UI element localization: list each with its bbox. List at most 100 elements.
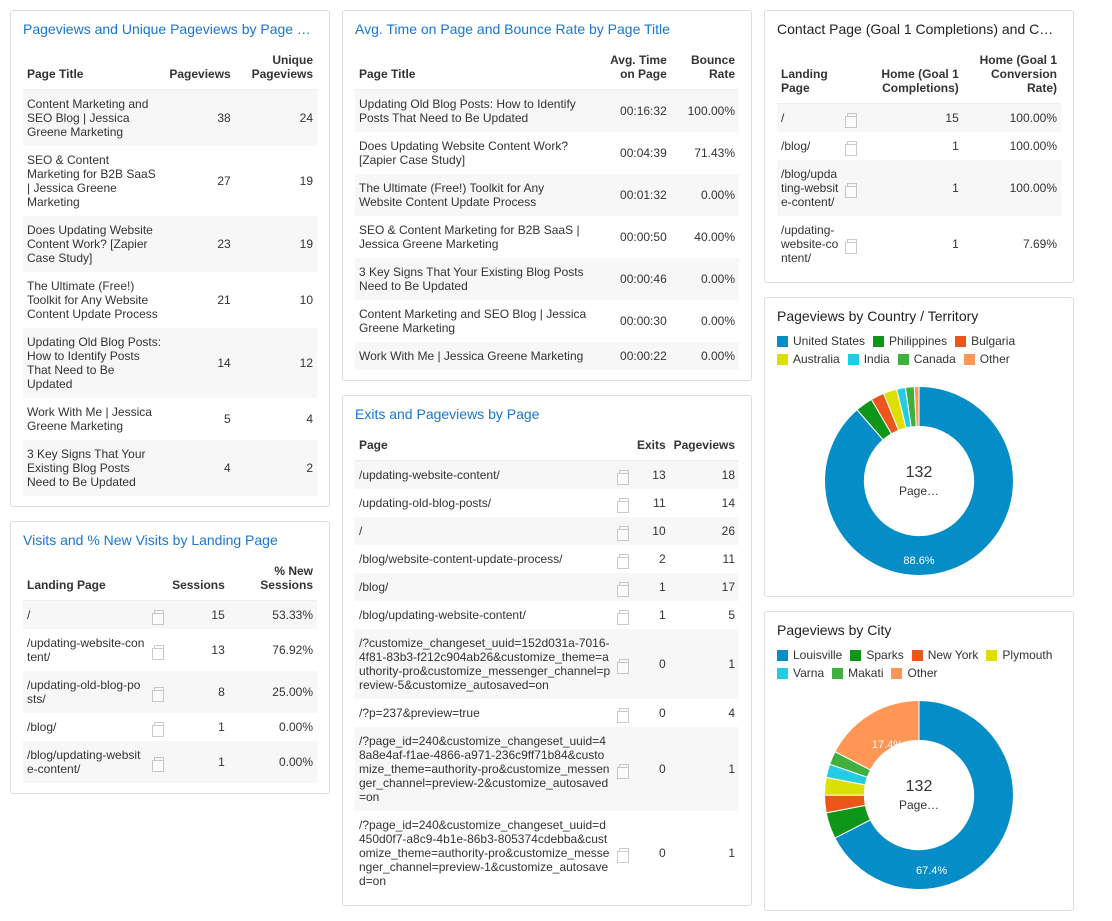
donut-chart-country[interactable]: 132 Page… 88.6%	[814, 376, 1024, 586]
cell-bounce: 71.43%	[671, 132, 739, 174]
table-row[interactable]: The Ultimate (Free!) Toolkit for Any Web…	[23, 272, 317, 328]
table-row[interactable]: /blog/ 1 0.00%	[23, 713, 317, 741]
table-row[interactable]: /blog/updating-website-content/ 1 100.00…	[777, 160, 1061, 216]
col-new-sessions[interactable]: % New Sessions	[229, 558, 317, 601]
legend-item[interactable]: Makati	[832, 666, 883, 680]
table-row[interactable]: Content Marketing and SEO Blog | Jessica…	[23, 90, 317, 147]
col-landing-page[interactable]: Landing Page	[777, 47, 861, 104]
table-row[interactable]: / 15 53.33%	[23, 601, 317, 630]
open-link-icon[interactable]	[847, 239, 857, 249]
legend-item[interactable]: Other	[964, 352, 1010, 366]
table-row[interactable]: / 10 26	[355, 517, 739, 545]
open-link-icon[interactable]	[619, 610, 629, 620]
col-pageviews[interactable]: Pageviews	[165, 47, 234, 90]
table-row[interactable]: Does Updating Website Content Work? [Zap…	[23, 216, 317, 272]
legend-item[interactable]: Philippines	[873, 334, 947, 348]
cell-bounce: 40.00%	[671, 216, 739, 258]
legend-item[interactable]: Other	[891, 666, 937, 680]
legend-item[interactable]: Plymouth	[986, 648, 1052, 662]
legend-label: Other	[907, 666, 937, 680]
card-title[interactable]: Exits and Pageviews by Page	[355, 406, 739, 422]
table-row[interactable]: /?page_id=240&customize_changeset_uuid=d…	[355, 811, 739, 895]
col-conversion[interactable]: Home (Goal 1 Conversion Rate)	[963, 47, 1061, 104]
legend-item[interactable]: Louisville	[777, 648, 842, 662]
cell-pageviews: 23	[165, 216, 234, 272]
card-title[interactable]: Avg. Time on Page and Bounce Rate by Pag…	[355, 21, 739, 37]
table-row[interactable]: 3 Key Signs That Your Existing Blog Post…	[23, 440, 317, 496]
table-row[interactable]: Work With Me | Jessica Greene Marketing …	[23, 398, 317, 440]
table-row[interactable]: The Ultimate (Free!) Toolkit for Any Web…	[355, 174, 739, 216]
col-avg-time[interactable]: Avg. Time on Page	[591, 47, 671, 90]
table-row[interactable]: Work With Me | Jessica Greene Marketing …	[355, 342, 739, 370]
col-sessions[interactable]: Sessions	[168, 558, 229, 601]
open-link-icon[interactable]	[619, 554, 629, 564]
card-title[interactable]: Pageviews by Country / Territory	[777, 308, 1061, 324]
table-row[interactable]: Does Updating Website Content Work? [Zap…	[355, 132, 739, 174]
donut-chart-city[interactable]: 132 Page… 67.4% 17.4%	[814, 690, 1024, 900]
cell-page-title: 3 Key Signs That Your Existing Blog Post…	[355, 258, 591, 300]
cell-unique-pageviews: 24	[235, 90, 317, 147]
table-row[interactable]: /updating-website-content/ 1 7.69%	[777, 216, 1061, 272]
col-unique-pageviews[interactable]: Unique Pageviews	[235, 47, 317, 90]
table-row[interactable]: /updating-website-content/ 13 18	[355, 461, 739, 490]
legend-item[interactable]: Australia	[777, 352, 840, 366]
open-link-icon[interactable]	[619, 470, 629, 480]
legend-item[interactable]: Sparks	[850, 648, 903, 662]
open-link-icon[interactable]	[154, 610, 164, 620]
table-row[interactable]: /updating-old-blog-posts/ 8 25.00%	[23, 671, 317, 713]
legend-item[interactable]: India	[848, 352, 890, 366]
legend-item[interactable]: New York	[912, 648, 979, 662]
open-link-icon[interactable]	[154, 687, 164, 697]
legend-item[interactable]: Varna	[777, 666, 824, 680]
table-row[interactable]: / 15 100.00%	[777, 104, 1061, 133]
col-page[interactable]: Page	[355, 432, 633, 461]
table-row[interactable]: Content Marketing and SEO Blog | Jessica…	[355, 300, 739, 342]
legend-item[interactable]: Bulgaria	[955, 334, 1015, 348]
table-row[interactable]: /?p=237&preview=true 0 4	[355, 699, 739, 727]
table-row[interactable]: /blog/ 1 17	[355, 573, 739, 601]
col-landing-page[interactable]: Landing Page	[23, 558, 168, 601]
open-link-icon[interactable]	[619, 659, 629, 669]
table-row[interactable]: /blog/updating-website-content/ 1 0.00%	[23, 741, 317, 783]
table-row[interactable]: /blog/website-content-update-process/ 2 …	[355, 545, 739, 573]
table-row[interactable]: /blog/updating-website-content/ 1 5	[355, 601, 739, 629]
table-pageviews-by-title: Page Title Pageviews Unique Pageviews Co…	[23, 47, 317, 496]
cell-bounce: 100.00%	[671, 90, 739, 133]
table-row[interactable]: /?customize_changeset_uuid=152d031a-7016…	[355, 629, 739, 699]
col-pageviews[interactable]: Pageviews	[670, 432, 739, 461]
col-page-title[interactable]: Page Title	[23, 47, 165, 90]
card-title[interactable]: Visits and % New Visits by Landing Page	[23, 532, 317, 548]
open-link-icon[interactable]	[154, 645, 164, 655]
table-row[interactable]: Updating Old Blog Posts: How to Identify…	[355, 90, 739, 133]
col-page-title[interactable]: Page Title	[355, 47, 591, 90]
open-link-icon[interactable]	[154, 757, 164, 767]
table-row[interactable]: SEO & Content Marketing for B2B SaaS | J…	[23, 146, 317, 216]
open-link-icon[interactable]	[619, 848, 629, 858]
table-row[interactable]: /?page_id=240&customize_changeset_uuid=4…	[355, 727, 739, 811]
col-bounce[interactable]: Bounce Rate	[671, 47, 739, 90]
col-completions[interactable]: Home (Goal 1 Completions)	[861, 47, 963, 104]
open-link-icon[interactable]	[619, 708, 629, 718]
col-exits[interactable]: Exits	[633, 432, 670, 461]
card-title[interactable]: Contact Page (Goal 1 Completions) and Co…	[777, 21, 1061, 37]
legend-item[interactable]: United States	[777, 334, 865, 348]
open-link-icon[interactable]	[619, 498, 629, 508]
open-link-icon[interactable]	[847, 141, 857, 151]
legend-swatch-icon	[777, 650, 788, 661]
table-row[interactable]: /blog/ 1 100.00%	[777, 132, 1061, 160]
table-row[interactable]: Updating Old Blog Posts: How to Identify…	[23, 328, 317, 398]
open-link-icon[interactable]	[619, 582, 629, 592]
card-title[interactable]: Pageviews by City	[777, 622, 1061, 638]
table-row[interactable]: SEO & Content Marketing for B2B SaaS | J…	[355, 216, 739, 258]
legend-label: Makati	[848, 666, 883, 680]
table-row[interactable]: /updating-old-blog-posts/ 11 14	[355, 489, 739, 517]
open-link-icon[interactable]	[154, 722, 164, 732]
open-link-icon[interactable]	[619, 764, 629, 774]
legend-item[interactable]: Canada	[898, 352, 956, 366]
card-title[interactable]: Pageviews and Unique Pageviews by Page T…	[23, 21, 317, 37]
table-row[interactable]: 3 Key Signs That Your Existing Blog Post…	[355, 258, 739, 300]
open-link-icon[interactable]	[847, 113, 857, 123]
open-link-icon[interactable]	[619, 526, 629, 536]
table-row[interactable]: /updating-website-content/ 13 76.92%	[23, 629, 317, 671]
open-link-icon[interactable]	[847, 183, 857, 193]
